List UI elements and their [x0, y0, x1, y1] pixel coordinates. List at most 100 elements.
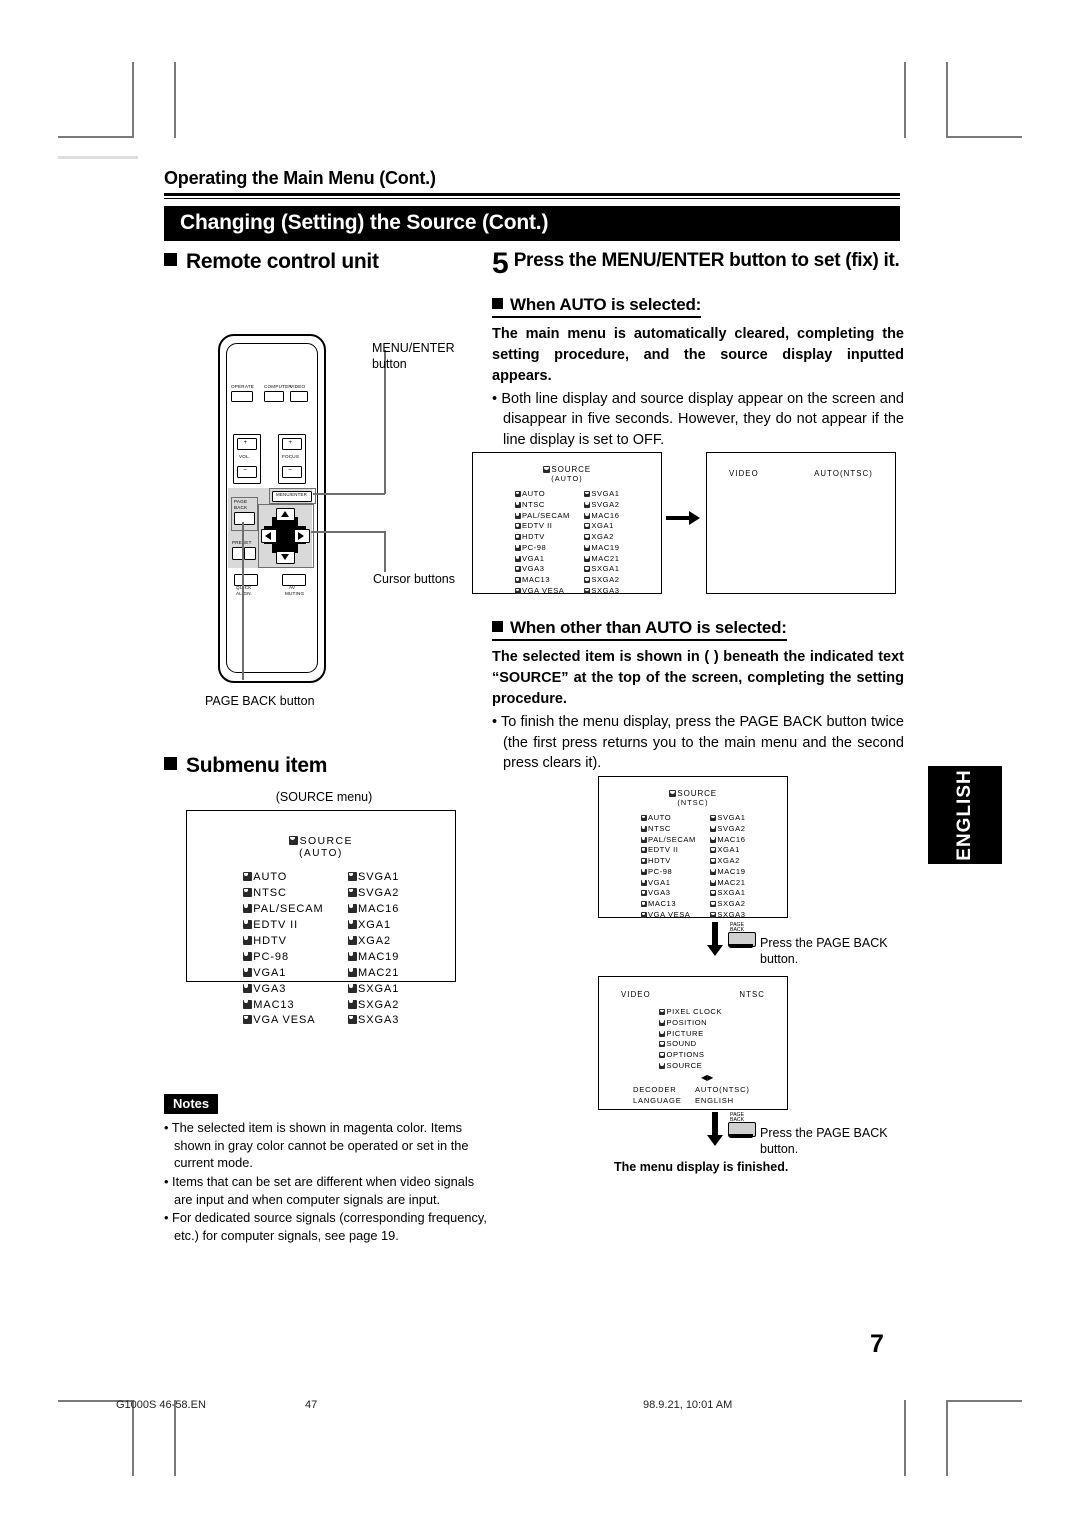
osd-menu-item[interactable]: VGA VESA [242, 1013, 324, 1029]
osd-menu-item-label: VGA VESA [253, 1014, 316, 1027]
osd-menu-item[interactable]: VGA VESA [514, 586, 570, 597]
osd-menu-item[interactable]: SXGA3 [347, 1013, 400, 1029]
osd-line-display-auto: VIDEO AUTO(NTSC) [706, 452, 896, 594]
osd-menu-item[interactable]: VGA1 [514, 554, 570, 565]
osd-menu-item[interactable]: SVGA1 [709, 813, 746, 824]
osd-main-menu-footer: DECODER AUTO(NTSC) LANGUAGE ENGLISH [599, 1084, 787, 1107]
osd-menu-item[interactable]: NTSC [640, 824, 696, 835]
osd-menu-item[interactable]: PC-98 [640, 867, 696, 878]
osd-column-left-auto: AUTO NTSC PAL/SECAM EDTV II HDTV PC-98 VGA1 VGA… [514, 489, 570, 597]
osd-menu-item[interactable]: PC-98 [514, 543, 570, 554]
osd-menu-item[interactable]: PAL/SECAM [242, 902, 324, 918]
osd-menu-item[interactable]: HDTV [514, 532, 570, 543]
osd-menu-item[interactable]: SVGA2 [583, 500, 620, 511]
osd-menu-item[interactable]: XGA2 [347, 934, 400, 950]
osd-menu-item[interactable]: VGA3 [514, 564, 570, 575]
osd-menu-item[interactable]: POSITION [659, 1018, 787, 1029]
osd-menu-item[interactable]: HDTV [242, 934, 324, 950]
label-focus-plus: + [288, 439, 293, 446]
menu-item-chip-icon [659, 1041, 665, 1048]
button-computer[interactable] [264, 391, 284, 402]
button-page-back[interactable] [234, 512, 255, 525]
osd-menu-item[interactable]: MAC16 [583, 511, 620, 522]
menu-item-chip-icon [514, 534, 521, 541]
osd-menu-item-label: PAL/SECAM [253, 902, 324, 915]
osd-menu-item[interactable]: SVGA1 [583, 489, 620, 500]
osd-menu-item[interactable]: XGA2 [583, 532, 620, 543]
menu-item-chip-icon [583, 588, 590, 595]
osd-menu-item[interactable]: AUTO [640, 813, 696, 824]
osd-menu-item[interactable]: MAC21 [709, 877, 746, 889]
osd-menu-item[interactable]: SXGA2 [347, 998, 400, 1014]
osd-menu-item[interactable]: AUTO [514, 489, 570, 500]
osd-menu-item[interactable]: SXGA2 [583, 575, 620, 586]
osd-menu-item[interactable]: SXGA3 [583, 586, 620, 597]
menu-item-chip-icon [514, 566, 521, 573]
osd-menu-item[interactable]: XGA2 [709, 856, 746, 867]
button-preset-right[interactable] [244, 547, 256, 560]
osd-menu-item[interactable]: MAC19 [709, 867, 746, 878]
osd-line-display-row: VIDEO AUTO(NTSC) [707, 469, 895, 478]
button-operate[interactable] [231, 391, 253, 402]
cursor-right-icon [298, 531, 304, 540]
osd-menu-item[interactable]: SVGA2 [347, 886, 400, 902]
osd-menu-item[interactable]: PAL/SECAM [514, 511, 570, 522]
osd-menu-item[interactable]: MAC13 [640, 899, 696, 910]
osd-menu-item[interactable]: SXGA3 [709, 910, 746, 921]
osd-menu-item[interactable]: AUTO [242, 870, 324, 886]
osd-menu-item[interactable]: EDTV II [242, 918, 324, 934]
osd-menu-item[interactable]: VGA VESA [640, 910, 696, 921]
osd-menu-item[interactable]: VGA1 [640, 878, 696, 889]
button-video[interactable] [290, 391, 308, 402]
osd-menu-item-label: SXGA1 [358, 982, 400, 995]
osd-menu-item[interactable]: EDTV II [514, 521, 570, 532]
osd-menu-item[interactable]: MAC19 [347, 950, 400, 966]
osd-menu-item[interactable]: PAL/SECAM [640, 835, 696, 846]
osd-menu-item[interactable]: MAC19 [583, 543, 620, 554]
osd-menu-item-label: MAC21 [591, 553, 620, 563]
osd-menu-item-label: MAC21 [717, 877, 746, 887]
osd-sub-source-large: (AUTO) [299, 848, 343, 859]
osd-menu-item[interactable]: PC-98 [242, 950, 324, 966]
osd-menu-item-label: SXGA3 [717, 910, 746, 920]
osd-main-menu-footer-row: DECODER AUTO(NTSC) [633, 1084, 787, 1095]
menu-item-chip-icon [514, 523, 521, 530]
osd-menu-item[interactable]: XGA1 [583, 521, 620, 532]
osd-menu-item[interactable]: VGA3 [242, 982, 324, 998]
osd-menu-item[interactable]: MAC16 [347, 902, 400, 918]
osd-menu-item[interactable]: NTSC [242, 886, 324, 902]
osd-menu-item[interactable]: HDTV [640, 856, 696, 867]
page-back-mini-button-2[interactable]: PAGE BACK [728, 1112, 756, 1139]
page-back-mini-button-1[interactable]: PAGE BACK [728, 922, 756, 949]
osd-menu-item[interactable]: MAC21 [583, 553, 620, 565]
black-square-bullet-icon-2 [164, 757, 177, 770]
osd-menu-item[interactable]: NTSC [514, 500, 570, 511]
osd-line-display-source: VIDEO [729, 469, 759, 478]
menu-item-chip-icon [640, 901, 647, 908]
osd-menu-item[interactable]: MAC13 [514, 575, 570, 586]
osd-menu-item[interactable]: SOURCE [659, 1061, 787, 1072]
black-square-bullet-icon-3 [492, 297, 503, 309]
osd-menu-item[interactable]: XGA1 [347, 918, 400, 934]
osd-menu-item[interactable]: SXGA1 [709, 888, 746, 899]
osd-menu-item[interactable]: SXGA1 [347, 982, 400, 998]
osd-menu-item[interactable]: SVGA2 [709, 824, 746, 835]
osd-menu-item[interactable]: PICTURE [659, 1029, 787, 1040]
osd-menu-item[interactable]: XGA1 [709, 845, 746, 856]
osd-menu-item[interactable]: SXGA1 [583, 564, 620, 575]
osd-menu-item[interactable]: VGA3 [640, 888, 696, 899]
osd-menu-item[interactable]: MAC16 [709, 835, 746, 846]
menu-item-chip-icon [242, 887, 252, 897]
osd-menu-item[interactable]: SOUND [659, 1039, 787, 1050]
osd-menu-item[interactable]: PIXEL CLOCK [659, 1007, 787, 1018]
osd-menu-item[interactable]: MAC13 [242, 998, 324, 1014]
osd-menu-item[interactable]: MAC21 [347, 966, 400, 982]
osd-menu-item[interactable]: SXGA2 [709, 899, 746, 910]
osd-menu-item[interactable]: SVGA1 [347, 870, 400, 886]
osd-menu-item[interactable]: EDTV II [640, 845, 696, 856]
callout-page-back-button: PAGE BACK button [205, 694, 315, 708]
osd-menu-item[interactable]: OPTIONS [659, 1050, 787, 1061]
osd-menu-item[interactable]: VGA1 [242, 966, 324, 982]
menu-item-chip-icon [347, 983, 357, 993]
osd-sub-source-auto: (AUTO) [551, 474, 583, 483]
